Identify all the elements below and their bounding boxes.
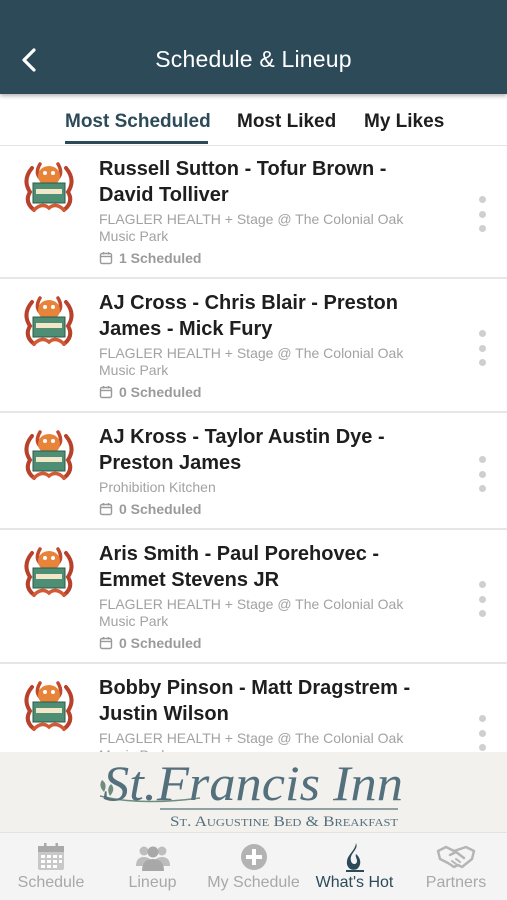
- scheduled-count: 0 Scheduled: [99, 501, 201, 517]
- event-venue: FLAGLER HEALTH + Stage @ The Colonial Oa…: [99, 730, 404, 752]
- scheduled-count: 0 Scheduled: [99, 384, 201, 400]
- nav-label: What's Hot: [315, 874, 394, 891]
- dot-icon: [478, 610, 486, 617]
- event-venue: Prohibition Kitchen: [99, 479, 216, 495]
- sponsor-tagline: St. Augustine Bed & Breakfast: [170, 814, 398, 830]
- more-options-button[interactable]: [472, 715, 492, 751]
- nav-label: My Schedule: [207, 874, 300, 891]
- event-title: AJ Kross - Taylor Austin Dye - Preston J…: [99, 426, 385, 474]
- more-options-button[interactable]: [472, 196, 492, 232]
- calendar-small-icon: [99, 503, 113, 516]
- nav-label: Partners: [425, 874, 487, 891]
- event-title: Aris Smith - Paul Porehovec - Emmet Stev…: [99, 543, 380, 591]
- more-options-button[interactable]: [472, 456, 492, 492]
- more-options-button[interactable]: [472, 581, 492, 617]
- nav-whats-hot[interactable]: What's Hot: [304, 833, 405, 900]
- dot-icon: [478, 225, 486, 232]
- calendar-small-icon: [99, 252, 113, 265]
- dot-icon: [478, 595, 486, 603]
- scheduled-count-label: 1 Scheduled: [119, 250, 202, 266]
- bottom-nav: Schedule Lineup My Schedule What's Hot P…: [0, 832, 507, 900]
- dot-icon: [478, 196, 486, 203]
- list-item[interactable]: AJ Kross - Taylor Austin Dye - Preston J…: [0, 414, 507, 530]
- nav-partners[interactable]: Partners: [405, 833, 507, 900]
- dot-icon: [478, 729, 486, 737]
- event-title: Bobby Pinson - Matt Dragstrem - Justin W…: [99, 677, 411, 725]
- more-options-button[interactable]: [472, 330, 492, 366]
- event-title: Russell Sutton - Tofur Brown - David Tol…: [99, 158, 387, 206]
- plus-circle-icon: [240, 844, 267, 870]
- scheduled-count: 1 Scheduled: [99, 250, 201, 266]
- nav-label: Schedule: [17, 874, 85, 891]
- active-tab-indicator: [65, 141, 208, 144]
- event-logo-icon: [20, 543, 78, 601]
- scheduled-count-label: 0 Scheduled: [119, 635, 202, 651]
- list-item[interactable]: Russell Sutton - Tofur Brown - David Tol…: [0, 146, 507, 279]
- event-title: AJ Cross - Chris Blair - Preston James -…: [99, 292, 398, 340]
- tab-my-likes[interactable]: My Likes: [364, 111, 444, 133]
- event-logo-icon: [20, 158, 78, 216]
- calendar-small-icon: [99, 637, 113, 650]
- event-logo-icon: [20, 426, 78, 484]
- dot-icon: [478, 744, 486, 751]
- sponsor-name: St.Francis Inn: [103, 755, 403, 811]
- nav-lineup[interactable]: Lineup: [102, 833, 203, 900]
- tab-most-liked[interactable]: Most Liked: [237, 111, 336, 133]
- people-icon: [135, 846, 170, 871]
- dot-icon: [478, 485, 486, 492]
- event-venue: FLAGLER HEALTH + Stage @ The Colonial Oa…: [99, 211, 404, 244]
- scheduled-count: 0 Scheduled: [99, 635, 201, 651]
- scheduled-count-label: 0 Scheduled: [119, 501, 202, 517]
- dot-icon: [478, 330, 486, 337]
- dot-icon: [478, 456, 486, 463]
- dot-icon: [478, 581, 486, 588]
- dot-icon: [478, 715, 486, 722]
- sponsor-logo: St.Francis Inn St. Augustine Bed & Break…: [99, 755, 403, 830]
- dot-icon: [478, 344, 486, 352]
- nav-schedule[interactable]: Schedule: [0, 833, 102, 900]
- event-list[interactable]: Russell Sutton - Tofur Brown - David Tol…: [0, 146, 507, 752]
- dot-icon: [478, 359, 486, 366]
- nav-label: Lineup: [128, 874, 177, 891]
- event-logo-icon: [20, 292, 78, 350]
- event-venue: FLAGLER HEALTH + Stage @ The Colonial Oa…: [99, 596, 404, 629]
- list-item[interactable]: Bobby Pinson - Matt Dragstrem - Justin W…: [0, 665, 507, 752]
- list-item[interactable]: Aris Smith - Paul Porehovec - Emmet Stev…: [0, 531, 507, 664]
- event-venue: FLAGLER HEALTH + Stage @ The Colonial Oa…: [99, 345, 404, 378]
- app-header: Schedule & Lineup: [0, 0, 507, 94]
- calendar-icon: [38, 843, 64, 870]
- scheduled-count-label: 0 Scheduled: [119, 384, 202, 400]
- dot-icon: [478, 210, 486, 218]
- tab-bar: Most Scheduled Most Liked My Likes: [0, 94, 507, 146]
- event-logo-icon: [20, 677, 78, 735]
- calendar-small-icon: [99, 386, 113, 399]
- tab-most-scheduled[interactable]: Most Scheduled: [65, 111, 211, 133]
- list-item[interactable]: AJ Cross - Chris Blair - Preston James -…: [0, 280, 507, 413]
- page-title: Schedule & Lineup: [155, 46, 352, 72]
- handshake-icon: [436, 845, 476, 869]
- nav-my-schedule[interactable]: My Schedule: [203, 833, 304, 900]
- dot-icon: [478, 470, 486, 478]
- flame-icon: [345, 843, 364, 872]
- sponsor-banner[interactable]: St.Francis Inn St. Augustine Bed & Break…: [0, 752, 507, 832]
